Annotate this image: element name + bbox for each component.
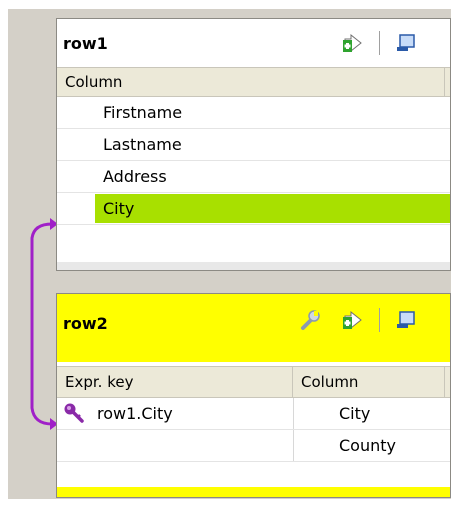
column-header-row: Expr. key Column — [57, 366, 450, 398]
expr-key-header[interactable]: Expr. key — [57, 367, 293, 397]
column-header-row: Column — [57, 67, 450, 97]
table-title: row1 — [63, 34, 108, 53]
empty-row — [57, 462, 450, 484]
add-input-icon[interactable] — [340, 309, 362, 331]
table-row[interactable]: County — [57, 430, 450, 462]
expr-key-cell[interactable] — [57, 430, 294, 461]
column-value: County — [339, 436, 396, 455]
lookup-table-row2: row2 Expr. key Column row1.City City Cou… — [56, 293, 451, 498]
table-header: row2 — [57, 294, 450, 362]
wrench-icon[interactable] — [299, 309, 321, 331]
window-icon[interactable] — [395, 309, 417, 331]
key-icon — [64, 403, 84, 423]
column-name: Lastname — [103, 135, 182, 154]
list-item-selected[interactable]: City — [57, 193, 450, 225]
list-item[interactable]: Address — [57, 161, 450, 193]
expr-key-cell[interactable]: row1.City — [57, 398, 294, 429]
toolbar-separator — [379, 31, 380, 55]
panel-footer — [57, 262, 450, 270]
add-input-icon[interactable] — [340, 32, 362, 54]
table-header: row1 — [57, 19, 450, 67]
input-table-row1: row1 Column Firstname Lastname Address C… — [56, 18, 451, 271]
panel-footer — [57, 487, 450, 497]
empty-row — [57, 225, 450, 263]
column-name: Address — [103, 167, 167, 186]
toolbar-separator — [379, 308, 380, 332]
list-item[interactable]: Lastname — [57, 129, 450, 161]
column-header[interactable]: Column — [293, 367, 445, 397]
table-row[interactable]: row1.City City — [57, 398, 450, 430]
selection-highlight — [95, 194, 450, 223]
list-item[interactable]: Firstname — [57, 97, 450, 129]
table-title: row2 — [63, 314, 108, 333]
expr-key-value: row1.City — [97, 404, 173, 423]
column-name: City — [103, 199, 135, 218]
window-icon[interactable] — [395, 32, 417, 54]
column-value: City — [339, 404, 371, 423]
column-header[interactable]: Column — [57, 68, 445, 96]
column-name: Firstname — [103, 103, 183, 122]
